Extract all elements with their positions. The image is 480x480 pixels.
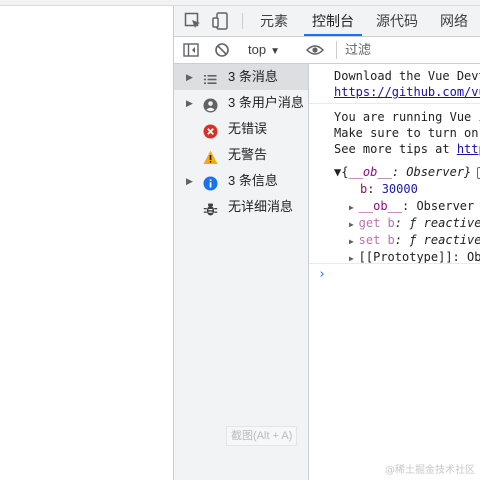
sidebar-item-label: 3 条消息 (228, 69, 278, 84)
sidebar-item-label: 无详细消息 (228, 199, 294, 214)
tabbar-separator (242, 13, 243, 29)
console-output: Download the Vue Devt https://github.com… (309, 64, 480, 480)
console-toolbar: top ▼ 过滤 (174, 37, 480, 64)
tab-console[interactable]: 控制台 (304, 6, 362, 36)
console-message: You are running Vue i Make sure to turn … (309, 109, 480, 160)
bug-icon (203, 200, 218, 216)
sidebar-item-verbose[interactable]: 无详细消息 (174, 194, 308, 220)
console-prompt[interactable]: › (318, 267, 326, 282)
info-icon (203, 174, 218, 191)
devtools-tabbar: 元素 控制台 源代码 网络 (174, 6, 480, 37)
warning-icon (203, 148, 218, 164)
toolbar-separator (336, 41, 337, 59)
expand-triangle-icon[interactable]: ▶ (186, 64, 193, 90)
object-summary-text: : Observer} (391, 165, 472, 179)
prop-colon: : (367, 182, 382, 196)
object-setter[interactable]: ▶ set b: ƒ reactiveS (349, 232, 480, 249)
prototype-label: [[Prototype]]: Obj (358, 250, 480, 264)
screenshot-tooltip: 截图(Alt + A) (226, 426, 298, 446)
devtools-panel: 元素 控制台 源代码 网络 top ▼ 过滤 ▶ 3 条消息 ▶ 3 条用户消息… (173, 6, 480, 480)
error-icon (203, 122, 218, 139)
console-text: Download the Vue Devt (334, 69, 480, 83)
object-key: __ob__ (348, 165, 392, 179)
tab-elements[interactable]: 元素 (258, 6, 290, 36)
console-sidebar: ▶ 3 条消息 ▶ 3 条用户消息 无错误 无警告 ▶ 3 条信息 无详细消息 … (174, 64, 309, 480)
console-text-prefix: See more tips at (334, 142, 457, 156)
live-expression-eye-icon[interactable] (305, 42, 325, 58)
sidebar-item-messages[interactable]: ▶ 3 条消息 (174, 64, 308, 90)
tab-sources[interactable]: 源代码 (374, 6, 420, 36)
prop-value: 30000 (381, 182, 418, 196)
collapse-triangle-icon[interactable]: ▼{ (334, 165, 348, 179)
filter-input[interactable]: 过滤 (345, 41, 371, 59)
inspect-element-icon[interactable] (184, 12, 202, 30)
console-text: You are running Vue i (334, 110, 480, 124)
prop-value: : Observer { (402, 199, 480, 213)
console-text: See more tips at http (309, 141, 480, 157)
tab-network[interactable]: 网络 (438, 6, 470, 36)
sidebar-toggle-icon[interactable] (183, 42, 199, 58)
sidebar-item-info[interactable]: ▶ 3 条信息 (174, 168, 308, 194)
watermark: @稀土掘金技术社区 (385, 465, 475, 476)
console-divider (309, 263, 480, 264)
expand-triangle-icon[interactable]: ▶ (349, 237, 359, 246)
expand-triangle-icon[interactable]: ▶ (349, 254, 359, 263)
sidebar-item-user-messages[interactable]: ▶ 3 条用户消息 (174, 90, 308, 116)
chevron-down-icon: ▼ (270, 46, 280, 57)
sidebar-item-errors[interactable]: 无错误 (174, 116, 308, 142)
page-content-area (0, 6, 173, 480)
object-prop-b: b: 30000 (360, 181, 418, 198)
sidebar-item-label: 无错误 (228, 121, 268, 136)
object-summary[interactable]: ▼{__ob__: Observer} (334, 164, 480, 181)
github-link[interactable]: https://github.com/vu (334, 85, 480, 99)
setter-key: set b (358, 233, 395, 247)
console-message: Download the Vue Devt https://github.com… (309, 68, 480, 104)
setter-value: : ƒ reactiveS (394, 233, 480, 247)
list-icon (203, 70, 218, 85)
sidebar-item-warnings[interactable]: 无警告 (174, 142, 308, 168)
user-icon (203, 96, 218, 113)
console-link[interactable]: https://github.com/vu (309, 84, 480, 100)
tips-link[interactable]: http (457, 142, 480, 156)
getter-value: : ƒ reactiveG (394, 216, 480, 230)
expand-triangle-icon[interactable]: ▶ (186, 168, 193, 194)
device-toolbar-icon[interactable] (212, 12, 230, 30)
sidebar-item-label: 无警告 (228, 147, 268, 162)
getter-key: get b (358, 216, 395, 230)
clear-console-icon[interactable] (214, 42, 230, 58)
object-getter[interactable]: ▶ get b: ƒ reactiveG (349, 215, 480, 232)
object-prop-ob[interactable]: ▶ __ob__: Observer { (349, 198, 480, 215)
console-text: Make sure to turn on (334, 126, 479, 140)
expand-triangle-icon[interactable]: ▶ (349, 203, 359, 212)
sidebar-item-label: 3 条信息 (228, 173, 278, 188)
sidebar-item-label: 3 条用户消息 (228, 95, 304, 110)
expand-triangle-icon[interactable]: ▶ (186, 90, 193, 116)
expand-triangle-icon[interactable]: ▶ (349, 220, 359, 229)
context-label: top (248, 42, 267, 57)
context-selector[interactable]: top ▼ (248, 41, 280, 59)
prop-key: __ob__ (358, 199, 402, 213)
